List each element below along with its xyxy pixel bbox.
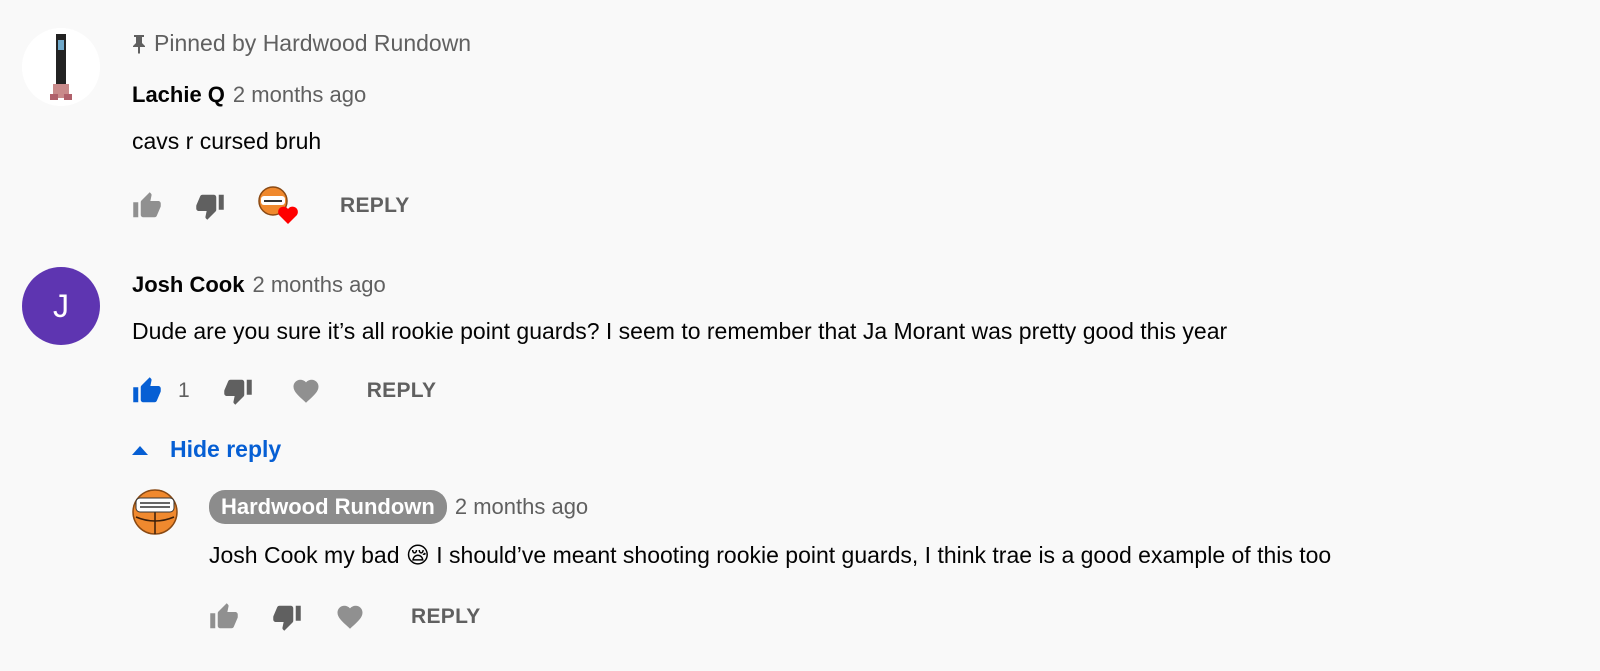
reply-text-part2: I should’ve meant shooting rookie point …: [436, 542, 1332, 568]
like-icon[interactable]: [132, 191, 162, 221]
reply-timestamp[interactable]: 2 months ago: [455, 494, 588, 520]
like-icon[interactable]: [209, 602, 239, 632]
pin-icon: [132, 34, 146, 54]
reply-button[interactable]: REPLY: [367, 379, 437, 403]
dislike-icon[interactable]: [223, 376, 253, 406]
comment-header: Josh Cook 2 months ago: [132, 272, 386, 298]
pinned-indicator: Pinned by Hardwood Rundown: [132, 30, 471, 57]
like-icon[interactable]: [132, 376, 162, 406]
hide-reply-label: Hide reply: [170, 436, 282, 462]
avatar-letter: J: [53, 287, 69, 324]
reply-header: Hardwood Rundown 2 months ago: [209, 490, 588, 524]
pinned-label: Pinned by Hardwood Rundown: [154, 30, 472, 56]
reply-button[interactable]: REPLY: [340, 194, 410, 218]
dislike-icon[interactable]: [195, 191, 225, 221]
reply-actions: REPLY: [209, 602, 481, 632]
dislike-icon[interactable]: [272, 602, 302, 632]
caret-up-icon: [132, 445, 148, 455]
avatar-hardwood-rundown[interactable]: [132, 489, 178, 535]
comment-header: Lachie Q 2 months ago: [132, 82, 366, 108]
avatar-lachie-q[interactable]: [22, 28, 100, 106]
basketball-logo-icon: [132, 489, 178, 535]
reply-text: Josh Cook my bad 😪 I should’ve meant sho…: [209, 542, 1331, 569]
comment-text: cavs r cursed bruh: [132, 128, 322, 154]
heart-icon[interactable]: [291, 376, 321, 406]
comment-actions: REPLY: [132, 186, 410, 226]
comment-author[interactable]: Lachie Q: [132, 82, 225, 108]
comment-text: Dude are you sure it’s all rookie point …: [132, 318, 1228, 344]
hide-reply-toggle[interactable]: Hide reply: [132, 436, 281, 463]
creator-heart-icon: [258, 186, 302, 226]
comment-timestamp[interactable]: 2 months ago: [252, 272, 385, 298]
channel-owner-badge[interactable]: Hardwood Rundown: [209, 490, 447, 524]
avatar-image: [22, 28, 100, 106]
heart-icon[interactable]: [335, 602, 365, 632]
sleepy-face-emoji: 😪: [405, 542, 430, 568]
comment-actions: 1 REPLY: [132, 376, 436, 406]
avatar-josh-cook[interactable]: J: [22, 267, 100, 345]
reply-text-part1: Josh Cook my bad: [209, 542, 400, 568]
like-count: 1: [178, 379, 190, 402]
reply-button[interactable]: REPLY: [411, 605, 481, 629]
comment-timestamp[interactable]: 2 months ago: [233, 82, 366, 108]
comment-author[interactable]: Josh Cook: [132, 272, 244, 298]
